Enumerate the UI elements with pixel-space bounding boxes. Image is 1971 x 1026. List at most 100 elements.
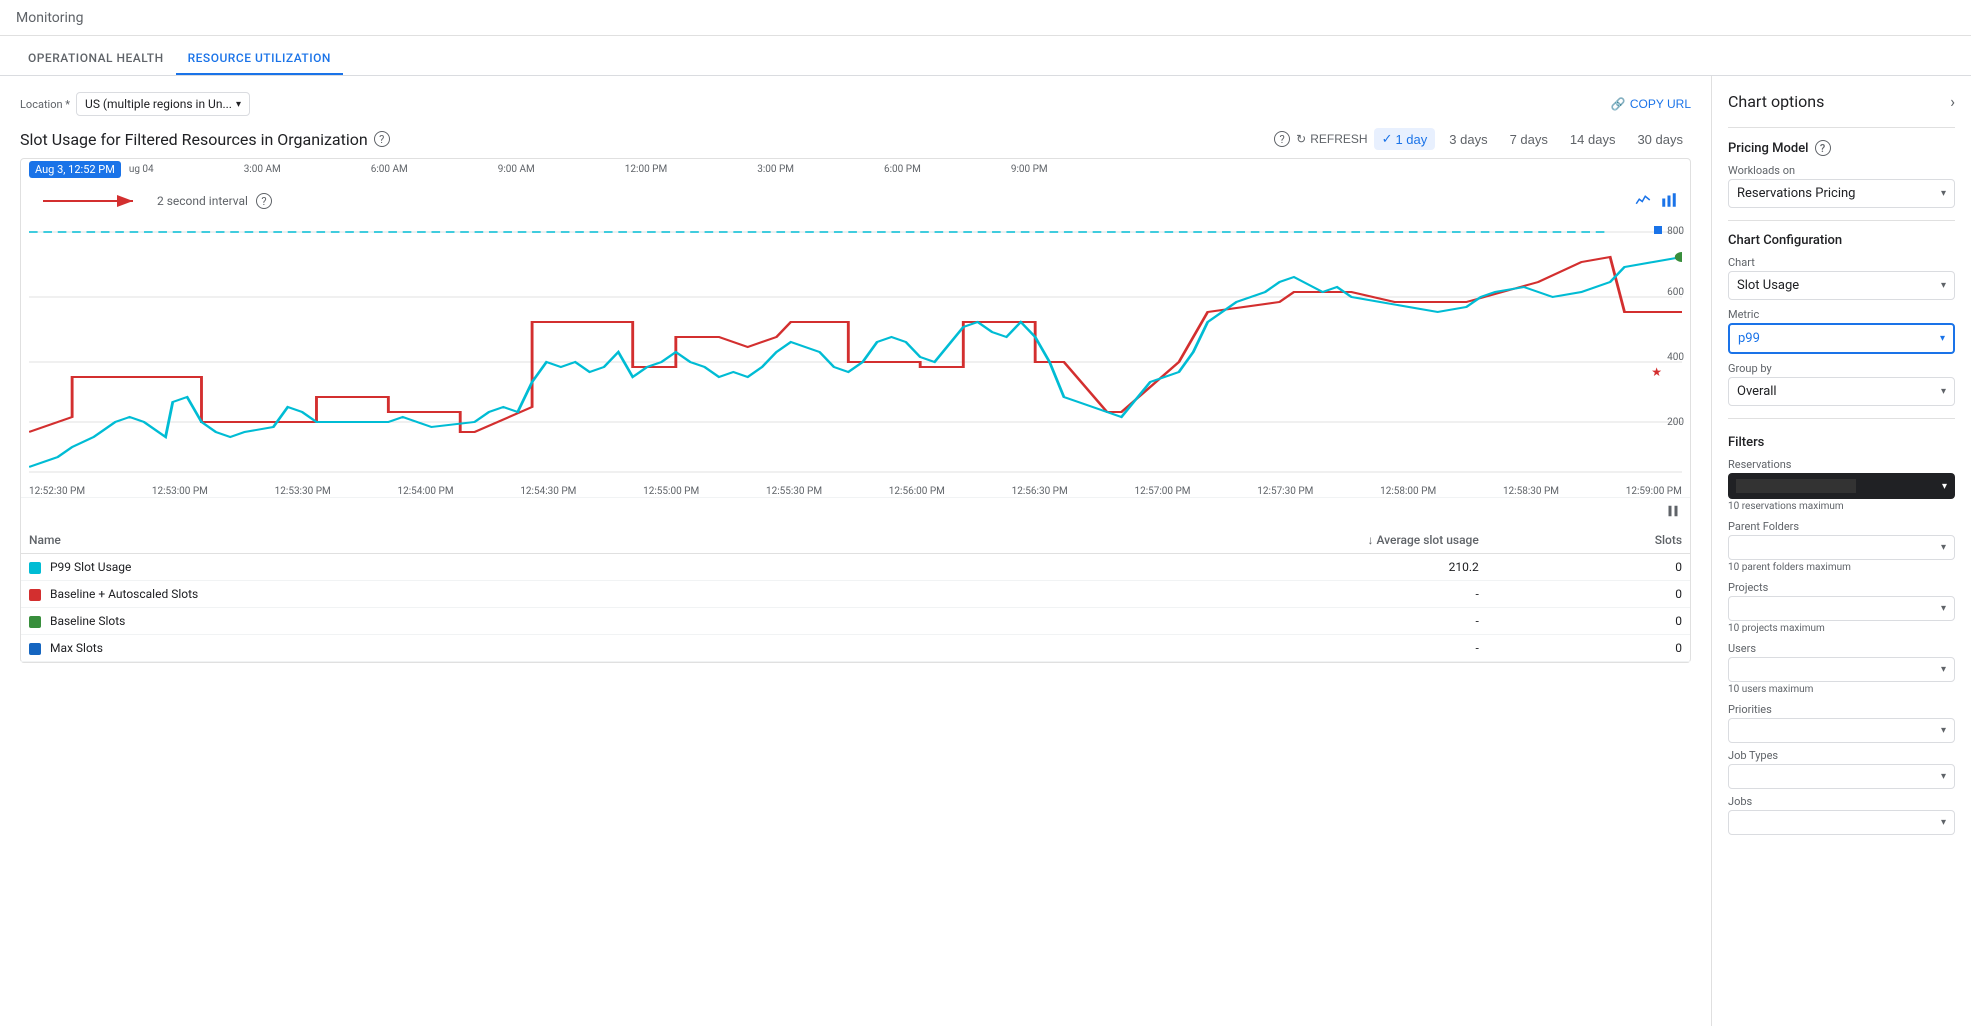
tab-resource-utilization[interactable]: RESOURCE UTILIZATION xyxy=(176,51,343,75)
pricing-model-section: Pricing Model ? Workloads on Reservation… xyxy=(1728,140,1955,208)
users-dropdown[interactable]: ▾ xyxy=(1728,657,1955,682)
chart-dropdown[interactable]: Slot Usage ▾ xyxy=(1728,271,1955,300)
location-dropdown[interactable]: US (multiple regions in Un... ▾ xyxy=(76,92,250,116)
job-types-label: Job Types xyxy=(1728,749,1955,762)
workloads-dropdown[interactable]: Reservations Pricing ▾ xyxy=(1728,179,1955,208)
chart-header: Slot Usage for Filtered Resources in Org… xyxy=(20,128,1691,150)
metric-dropdown[interactable]: p99 ▾ xyxy=(1728,323,1955,354)
chart-area[interactable]: 800 600 400 200 ★ xyxy=(21,222,1690,482)
job-types-dropdown[interactable]: ▾ xyxy=(1728,764,1955,789)
chart-bar-toggle[interactable] xyxy=(1660,191,1678,212)
reservations-dropdown[interactable]: ▾ xyxy=(1728,473,1955,499)
table-row: Baseline Slots - 0 xyxy=(21,608,1690,635)
legend-avg-cell: - xyxy=(890,581,1487,608)
group-by-chevron-icon: ▾ xyxy=(1941,386,1946,397)
legend-name: Baseline + Autoscaled Slots xyxy=(50,587,198,601)
legend-color-dot xyxy=(29,616,41,628)
reservations-hint: 10 reservations maximum xyxy=(1728,501,1955,512)
time-btn-7days[interactable]: 7 days xyxy=(1502,129,1556,150)
legend-avg-cell: 210.2 xyxy=(890,554,1487,581)
time-btn-14days[interactable]: 14 days xyxy=(1562,129,1624,150)
time-btn-3days[interactable]: 3 days xyxy=(1441,129,1495,150)
priorities-chevron-icon: ▾ xyxy=(1941,725,1946,736)
legend-name-cell: Baseline + Autoscaled Slots xyxy=(21,581,890,608)
chart-line-toggle[interactable] xyxy=(1634,191,1652,212)
y-axis-800: 800 xyxy=(1667,226,1684,237)
time-label-9am: 9:00 AM xyxy=(498,164,535,175)
chart-config-section: Chart Configuration Chart Slot Usage ▾ M… xyxy=(1728,233,1955,406)
tabs-bar: OPERATIONAL HEALTH RESOURCE UTILIZATION xyxy=(0,36,1971,76)
location-chevron-icon: ▾ xyxy=(236,99,241,110)
chart-title-help-icon[interactable]: ? xyxy=(374,131,390,147)
x-label-12: 12:58:30 PM xyxy=(1503,486,1559,497)
separator-3 xyxy=(1728,418,1955,419)
time-controls: ? ↻ REFRESH ✓ 1 day 3 days 7 days 14 day… xyxy=(1274,128,1691,150)
x-label-5: 12:55:00 PM xyxy=(643,486,699,497)
pause-button[interactable] xyxy=(1664,502,1682,523)
job-types-chevron-icon: ▾ xyxy=(1941,771,1946,782)
col-slots: Slots xyxy=(1487,527,1690,554)
metric-chevron-icon: ▾ xyxy=(1940,333,1945,344)
copy-url-button[interactable]: 🔗 COPY URL xyxy=(1611,97,1691,111)
jobs-label: Jobs xyxy=(1728,795,1955,808)
panel-close-button[interactable]: › xyxy=(1950,92,1955,111)
users-field: Users ▾ 10 users maximum xyxy=(1728,642,1955,695)
users-label: Users xyxy=(1728,642,1955,655)
tab-operational-health[interactable]: OPERATIONAL HEALTH xyxy=(16,51,176,75)
parent-folders-dropdown[interactable]: ▾ xyxy=(1728,535,1955,560)
chart-config-title: Chart Configuration xyxy=(1728,233,1955,248)
pricing-help-icon[interactable]: ? xyxy=(1815,140,1831,156)
workloads-label: Workloads on xyxy=(1728,164,1955,177)
time-label-9pm: 9:00 PM xyxy=(1011,164,1048,175)
x-label-2: 12:53:30 PM xyxy=(275,486,331,497)
x-label-6: 12:55:30 PM xyxy=(766,486,822,497)
refresh-button[interactable]: ↻ REFRESH xyxy=(1296,132,1367,146)
chart-title-area: Slot Usage for Filtered Resources in Org… xyxy=(20,130,390,149)
date-start-label: ug 04 xyxy=(129,164,154,175)
arrow-annotation-icon xyxy=(33,186,153,216)
y-axis-600: 600 xyxy=(1667,287,1684,298)
legend-color-dot xyxy=(29,643,41,655)
legend-name-cell: Max Slots xyxy=(21,635,890,662)
time-btn-30days[interactable]: 30 days xyxy=(1629,129,1691,150)
x-label-1: 12:53:00 PM xyxy=(152,486,208,497)
jobs-dropdown[interactable]: ▾ xyxy=(1728,810,1955,835)
metric-label: Metric xyxy=(1728,308,1955,321)
x-label-9: 12:57:00 PM xyxy=(1134,486,1190,497)
app-title: Monitoring xyxy=(16,10,84,26)
priorities-dropdown[interactable]: ▾ xyxy=(1728,718,1955,743)
x-axis-labels: 12:52:30 PM 12:53:00 PM 12:53:30 PM 12:5… xyxy=(21,482,1690,497)
time-btn-1day[interactable]: ✓ 1 day xyxy=(1374,128,1436,150)
refresh-icon: ↻ xyxy=(1296,132,1306,146)
date-chip: Aug 3, 12:52 PM xyxy=(29,161,121,178)
chart-label: Chart xyxy=(1728,256,1955,269)
y-axis-200: 200 xyxy=(1667,417,1684,428)
x-label-11: 12:58:00 PM xyxy=(1380,486,1436,497)
metric-value: p99 xyxy=(1738,331,1760,346)
group-by-dropdown[interactable]: Overall ▾ xyxy=(1728,377,1955,406)
col-avg[interactable]: ↓ Average slot usage xyxy=(890,527,1487,554)
col-name: Name xyxy=(21,527,890,554)
chart-main-title: Slot Usage for Filtered Resources in Org… xyxy=(20,130,368,149)
app-bar: Monitoring xyxy=(0,0,1971,36)
table-row: Baseline + Autoscaled Slots - 0 xyxy=(21,581,1690,608)
content-area: Location * US (multiple regions in Un...… xyxy=(0,76,1711,1026)
line-chart-icon xyxy=(1634,191,1652,209)
time-label-3am: 3:00 AM xyxy=(244,164,281,175)
legend-name: Max Slots xyxy=(50,641,103,655)
interval-help-icon[interactable]: ? xyxy=(256,193,272,209)
job-types-field: Job Types ▾ xyxy=(1728,749,1955,789)
time-label-6am: 6:00 AM xyxy=(371,164,408,175)
filters-title: Filters xyxy=(1728,435,1955,450)
legend-slots-cell: 0 xyxy=(1487,635,1690,662)
panel-title-row: Chart options › xyxy=(1728,92,1955,111)
projects-hint: 10 projects maximum xyxy=(1728,623,1955,634)
time-help-icon[interactable]: ? xyxy=(1274,131,1290,147)
link-icon: 🔗 xyxy=(1611,97,1626,111)
users-chevron-icon: ▾ xyxy=(1941,664,1946,675)
table-row: P99 Slot Usage 210.2 0 xyxy=(21,554,1690,581)
pricing-model-title: Pricing Model ? xyxy=(1728,140,1955,156)
reservations-value xyxy=(1736,479,1856,493)
projects-dropdown[interactable]: ▾ xyxy=(1728,596,1955,621)
group-by-value: Overall xyxy=(1737,384,1777,399)
